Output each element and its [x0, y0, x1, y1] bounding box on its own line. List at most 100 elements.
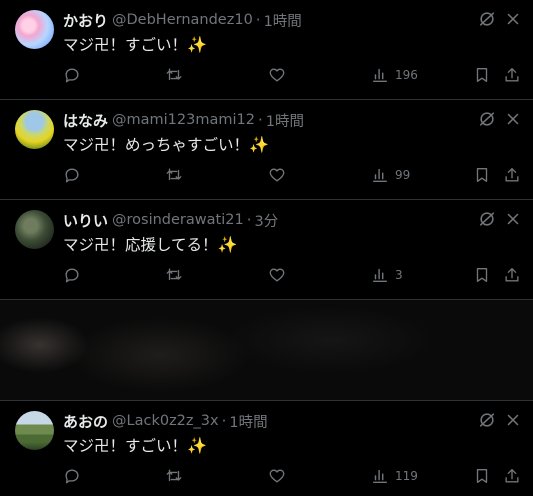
- tweet-actions: 119: [0, 467, 533, 487]
- like-button[interactable]: [268, 166, 286, 184]
- tweet[interactable]: いりい @rosinderawati21 · 3分 マジ卍！応援してる！✨ 3: [0, 200, 533, 300]
- views-button[interactable]: 99: [371, 166, 410, 184]
- view-count: 3: [395, 268, 403, 282]
- tweet-text: マジ卍！応援してる！✨: [63, 233, 237, 255]
- like-button[interactable]: [268, 66, 286, 84]
- tweet-actions: 99: [0, 166, 533, 186]
- user-handle[interactable]: @rosinderawati21: [112, 212, 244, 228]
- timestamp[interactable]: 3分: [254, 210, 278, 231]
- reply-icon: [65, 68, 79, 83]
- display-name[interactable]: かおり: [63, 10, 108, 31]
- like-icon: [269, 469, 285, 483]
- user-handle[interactable]: @mami123mami12: [112, 112, 255, 128]
- timestamp[interactable]: 1時間: [266, 110, 304, 131]
- separator-dot: ·: [257, 111, 263, 129]
- timestamp[interactable]: 1時間: [229, 411, 267, 432]
- view-count: 119: [395, 469, 418, 483]
- tweet-text: マジ卍！すごい！✨: [63, 434, 207, 456]
- avatar[interactable]: [15, 10, 54, 49]
- bookmark-icon: [476, 168, 488, 182]
- sparkles-emoji: ✨: [249, 135, 269, 154]
- share-icon: [505, 168, 519, 182]
- more-icon[interactable]: [504, 10, 522, 28]
- tweet-body: マジ卍！すごい！: [63, 437, 188, 455]
- view-count: 99: [395, 168, 411, 182]
- views-icon: [372, 168, 388, 183]
- bookmark-button[interactable]: [473, 66, 491, 84]
- bookmark-icon: [476, 68, 488, 82]
- tweet-text: マジ卍！めっちゃすごい！✨: [63, 133, 269, 155]
- like-icon: [269, 268, 285, 282]
- views-icon: [372, 68, 388, 83]
- grok-icon[interactable]: [478, 10, 496, 28]
- timeline-feed: かおり @DebHernandez10 · 1時間 マジ卍！すごい！✨ 196: [0, 0, 533, 496]
- grok-icon[interactable]: [478, 210, 496, 228]
- timestamp[interactable]: 1時間: [264, 10, 302, 31]
- reply-icon: [65, 168, 79, 183]
- like-icon: [269, 168, 285, 182]
- user-handle[interactable]: @DebHernandez10: [112, 12, 253, 28]
- views-button[interactable]: 3: [371, 266, 403, 284]
- reply-icon: [65, 268, 79, 283]
- display-name[interactable]: いりい: [63, 210, 108, 231]
- tweet-header: あおの @Lack0z2z_3x · 1時間: [63, 411, 268, 431]
- tweet-header: かおり @DebHernandez10 · 1時間: [63, 10, 302, 30]
- sparkles-emoji: ✨: [187, 35, 207, 54]
- grok-icon[interactable]: [478, 110, 496, 128]
- views-icon: [372, 469, 388, 484]
- views-button[interactable]: 119: [371, 467, 418, 485]
- repost-button[interactable]: [165, 266, 183, 284]
- more-icon[interactable]: [504, 411, 522, 429]
- reply-button[interactable]: [63, 266, 81, 284]
- repost-icon: [166, 469, 182, 482]
- more-icon[interactable]: [504, 210, 522, 228]
- tweet-actions: 196: [0, 66, 533, 86]
- grok-icon[interactable]: [478, 411, 496, 429]
- share-button[interactable]: [503, 467, 521, 485]
- sparkles-emoji: ✨: [187, 436, 207, 455]
- display-name[interactable]: はなみ: [63, 110, 108, 131]
- like-button[interactable]: [268, 266, 286, 284]
- share-icon: [505, 469, 519, 483]
- bookmark-icon: [476, 268, 488, 282]
- tweet-text: マジ卍！すごい！✨: [63, 33, 207, 55]
- like-button[interactable]: [268, 467, 286, 485]
- reply-button[interactable]: [63, 66, 81, 84]
- reply-button[interactable]: [63, 166, 81, 184]
- repost-icon: [166, 268, 182, 281]
- repost-icon: [166, 168, 182, 181]
- more-icon[interactable]: [504, 110, 522, 128]
- user-handle[interactable]: @Lack0z2z_3x: [112, 413, 219, 429]
- views-icon: [372, 268, 388, 283]
- repost-button[interactable]: [165, 467, 183, 485]
- tweet-actions: 3: [0, 266, 533, 286]
- tweet[interactable]: はなみ @mami123mami12 · 1時間 マジ卍！めっちゃすごい！✨ 9…: [0, 100, 533, 200]
- bookmark-button[interactable]: [473, 467, 491, 485]
- sparkles-emoji: ✨: [217, 235, 238, 254]
- tweet[interactable]: かおり @DebHernandez10 · 1時間 マジ卍！すごい！✨ 196: [0, 0, 533, 100]
- avatar[interactable]: [15, 210, 54, 249]
- bookmark-icon: [476, 469, 488, 483]
- reply-button[interactable]: [63, 467, 81, 485]
- display-name[interactable]: あおの: [63, 411, 108, 432]
- view-count: 196: [395, 68, 418, 82]
- share-button[interactable]: [503, 66, 521, 84]
- bookmark-button[interactable]: [473, 266, 491, 284]
- blurred-tweet-placeholder: [0, 300, 533, 401]
- like-icon: [269, 68, 285, 82]
- repost-icon: [166, 68, 182, 81]
- repost-button[interactable]: [165, 166, 183, 184]
- tweet-body: マジ卍！応援してる！: [63, 236, 218, 254]
- share-button[interactable]: [503, 266, 521, 284]
- tweet[interactable]: あおの @Lack0z2z_3x · 1時間 マジ卍！すごい！✨ 119: [0, 401, 533, 496]
- repost-button[interactable]: [165, 66, 183, 84]
- share-button[interactable]: [503, 166, 521, 184]
- avatar[interactable]: [15, 411, 54, 450]
- bookmark-button[interactable]: [473, 166, 491, 184]
- views-button[interactable]: 196: [371, 66, 418, 84]
- tweet-body: マジ卍！すごい！: [63, 36, 188, 54]
- tweet-header: はなみ @mami123mami12 · 1時間: [63, 110, 304, 130]
- avatar[interactable]: [15, 110, 54, 149]
- share-icon: [505, 68, 519, 82]
- tweet-header: いりい @rosinderawati21 · 3分: [63, 210, 278, 230]
